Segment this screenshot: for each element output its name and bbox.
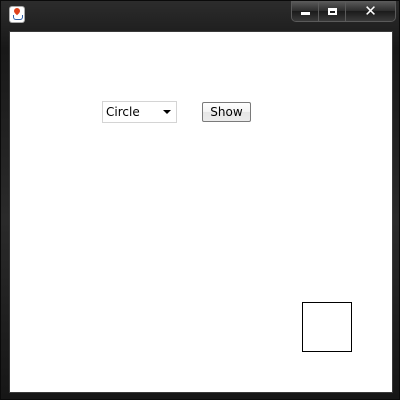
- close-icon: ✕: [364, 1, 377, 20]
- drawn-square-shape: [302, 302, 352, 352]
- show-button[interactable]: Show: [202, 102, 251, 122]
- close-button[interactable]: ✕: [346, 1, 395, 21]
- maximize-button[interactable]: [319, 1, 346, 21]
- application-window: ✕ Circle Show: [0, 0, 400, 400]
- title-bar[interactable]: ✕: [1, 1, 400, 27]
- window-controls: ✕: [291, 1, 396, 22]
- content-pane: Circle Show: [9, 31, 393, 393]
- java-coffee-cup-icon[interactable]: [10, 6, 24, 22]
- shape-select-dropdown[interactable]: Circle: [102, 101, 177, 123]
- minimize-button[interactable]: [292, 1, 319, 21]
- chevron-down-icon: [163, 110, 171, 114]
- minimize-icon: [300, 12, 310, 15]
- shape-select-value: Circle: [106, 105, 140, 119]
- maximize-icon: [327, 7, 337, 15]
